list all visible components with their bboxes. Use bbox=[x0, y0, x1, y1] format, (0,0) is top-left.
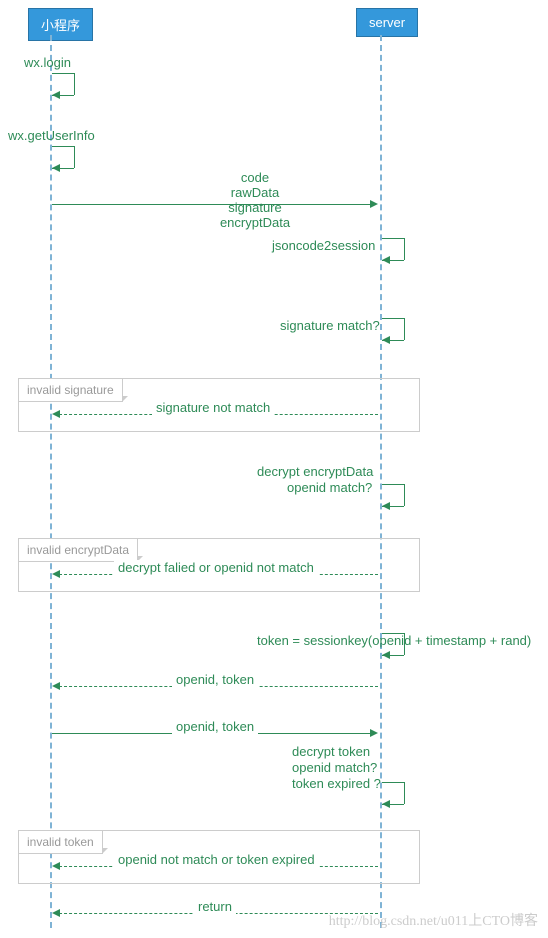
label-rawdata: rawData bbox=[132, 185, 378, 200]
arrowhead-icon bbox=[370, 729, 378, 737]
label-token-failed: openid not match or token expired bbox=[114, 852, 319, 867]
label-decrypt-token: decrypt token bbox=[292, 744, 370, 759]
label-encryptdata: encryptData bbox=[132, 215, 378, 230]
label-sig-not-match: signature not match bbox=[152, 400, 274, 415]
label-code: code bbox=[132, 170, 378, 185]
arrowhead-icon bbox=[52, 410, 60, 418]
label-decrypt-encrypt: decrypt encryptData bbox=[257, 464, 373, 479]
label-token-expired: token expired ? bbox=[292, 776, 381, 791]
alt-label-invalid-enc: invalid encryptData bbox=[19, 539, 138, 562]
label-openid-match2: openid match? bbox=[292, 760, 377, 775]
label-signature: signature bbox=[132, 200, 378, 215]
alt-label-invalid-tok: invalid token bbox=[19, 831, 103, 854]
label-openid-match: openid match? bbox=[287, 480, 372, 495]
label-openid-token2: openid, token bbox=[172, 719, 258, 734]
arrowhead-icon bbox=[370, 200, 378, 208]
label-getuserinfo: wx.getUserInfo bbox=[8, 128, 95, 143]
alt-label-invalid-sig: invalid signature bbox=[19, 379, 123, 402]
label-login: wx.login bbox=[24, 55, 71, 70]
label-jsoncode: jsoncode2session bbox=[272, 238, 375, 253]
label-tokengen: token = sessionkey(openid + timestamp + … bbox=[257, 633, 531, 648]
label-decrypt-failed: decrypt falied or openid not match bbox=[114, 560, 318, 575]
arrowhead-icon bbox=[52, 862, 60, 870]
participant-client: 小程序 bbox=[28, 8, 93, 41]
participant-server: server bbox=[356, 8, 418, 37]
arrowhead-icon bbox=[52, 570, 60, 578]
label-sigmatch: signature match? bbox=[280, 318, 380, 333]
label-return: return bbox=[194, 899, 236, 914]
msg-send-data: code rawData signature encryptData bbox=[52, 170, 378, 230]
label-openid-token: openid, token bbox=[172, 672, 258, 687]
arrowhead-icon bbox=[52, 682, 60, 690]
watermark: http://blog.csdn.net/u011上CTO博客 bbox=[329, 910, 538, 930]
arrowhead-icon bbox=[52, 909, 60, 917]
